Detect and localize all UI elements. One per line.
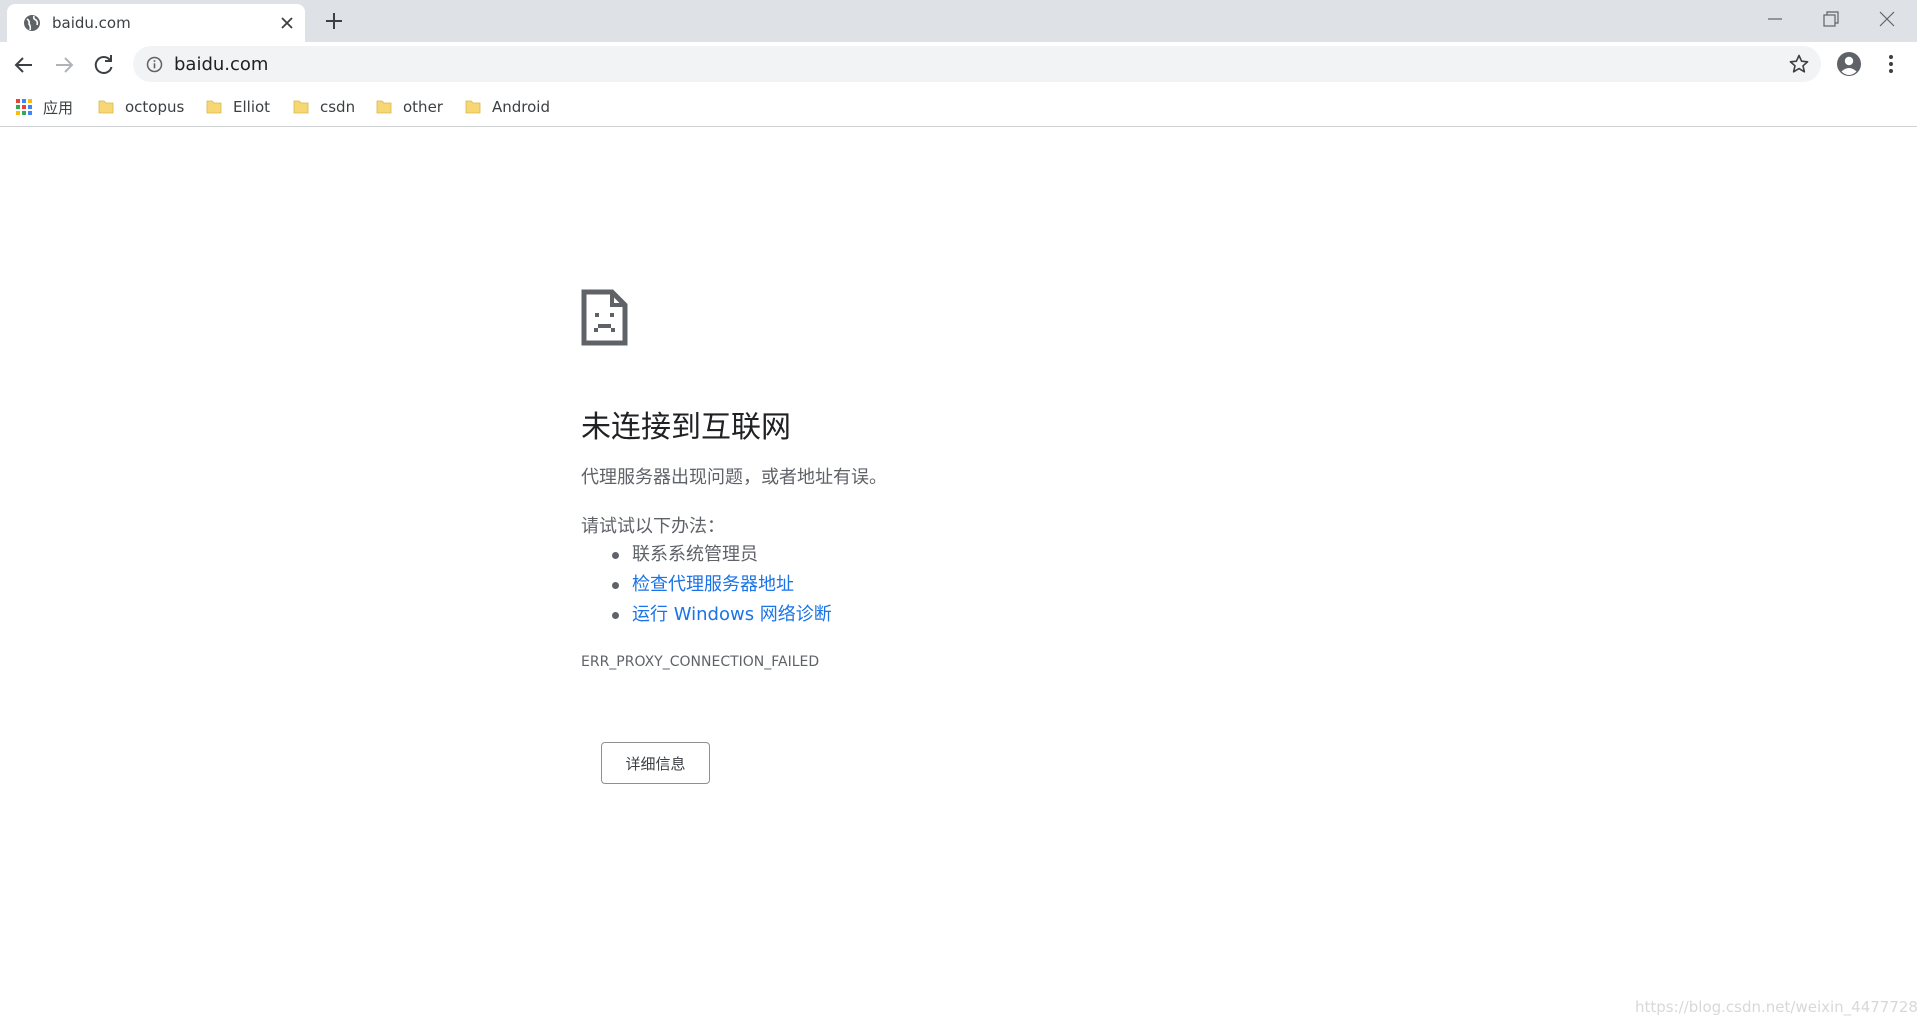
bookmark-apps[interactable]: 应用 (15, 93, 73, 121)
bookmark-label: 应用 (43, 98, 74, 117)
bookmark-label: octopus (125, 98, 185, 116)
folder-icon (465, 100, 481, 114)
suggestions-heading: 请试试以下办法： (581, 516, 725, 537)
globe-icon (24, 15, 40, 31)
minimize-icon[interactable] (1762, 6, 1788, 32)
kebab-menu-icon[interactable] (1878, 51, 1904, 77)
window-close-icon[interactable] (1874, 6, 1900, 32)
suggestion-network-diagnostics[interactable]: 运行 Windows 网络诊断 (612, 600, 832, 630)
bookmark-label: Elliot (233, 98, 271, 116)
bookmark-label: Android (492, 98, 550, 116)
folder-icon (98, 100, 114, 114)
bookmark-folder-csdn[interactable]: csdn (292, 93, 355, 121)
new-tab-icon[interactable] (322, 9, 346, 33)
bullet-icon (612, 552, 619, 559)
bookmarks-bar: 应用 octopus Elliot csdn other Android (0, 87, 1917, 127)
error-title: 未连接到互联网 (581, 410, 791, 445)
browser-tab[interactable]: baidu.com (7, 4, 305, 42)
bookmark-label: csdn (320, 98, 356, 116)
profile-avatar-icon[interactable] (1835, 50, 1863, 78)
sad-document-icon (581, 289, 628, 346)
bookmark-label: other (403, 98, 443, 116)
tab-strip: baidu.com (0, 0, 1917, 42)
url-text[interactable]: baidu.com (174, 54, 268, 75)
folder-icon (376, 100, 392, 114)
details-button[interactable]: 详细信息 (601, 742, 710, 784)
suggestion-check-proxy[interactable]: 检查代理服务器地址 (612, 570, 832, 600)
info-icon[interactable] (146, 56, 163, 73)
error-description: 代理服务器出现问题，或者地址有误。 (581, 467, 887, 488)
forward-arrow-icon[interactable] (50, 51, 78, 79)
error-code: ERR_PROXY_CONNECTION_FAILED (581, 654, 820, 670)
apps-grid-icon (16, 99, 32, 115)
reload-icon[interactable] (90, 51, 118, 79)
bullet-icon (612, 582, 619, 589)
folder-icon (206, 100, 222, 114)
bookmark-folder-octopus[interactable]: octopus (97, 93, 184, 121)
browser-toolbar: baidu.com (0, 42, 1917, 87)
folder-icon (293, 100, 309, 114)
watermark-text: https://blog.csdn.net/weixin_44777287 (1635, 998, 1917, 1016)
network-diagnostics-link[interactable]: 运行 Windows 网络诊断 (632, 604, 832, 625)
check-proxy-link[interactable]: 检查代理服务器地址 (632, 574, 794, 595)
bookmark-folder-android[interactable]: Android (464, 93, 550, 121)
bookmark-star-icon[interactable] (1788, 53, 1810, 75)
close-tab-icon[interactable] (277, 13, 297, 33)
bookmark-folder-other[interactable]: other (375, 93, 443, 121)
suggestion-text: 联系系统管理员 (632, 544, 758, 565)
tab-title: baidu.com (52, 14, 131, 32)
bookmark-folder-elliot[interactable]: Elliot (205, 93, 270, 121)
address-bar[interactable]: baidu.com (133, 46, 1821, 82)
restore-icon[interactable] (1818, 6, 1844, 32)
back-arrow-icon[interactable] (10, 51, 38, 79)
bullet-icon (612, 612, 619, 619)
suggestions-list: 联系系统管理员 检查代理服务器地址 运行 Windows 网络诊断 (612, 540, 832, 630)
suggestion-contact-admin: 联系系统管理员 (612, 540, 832, 570)
